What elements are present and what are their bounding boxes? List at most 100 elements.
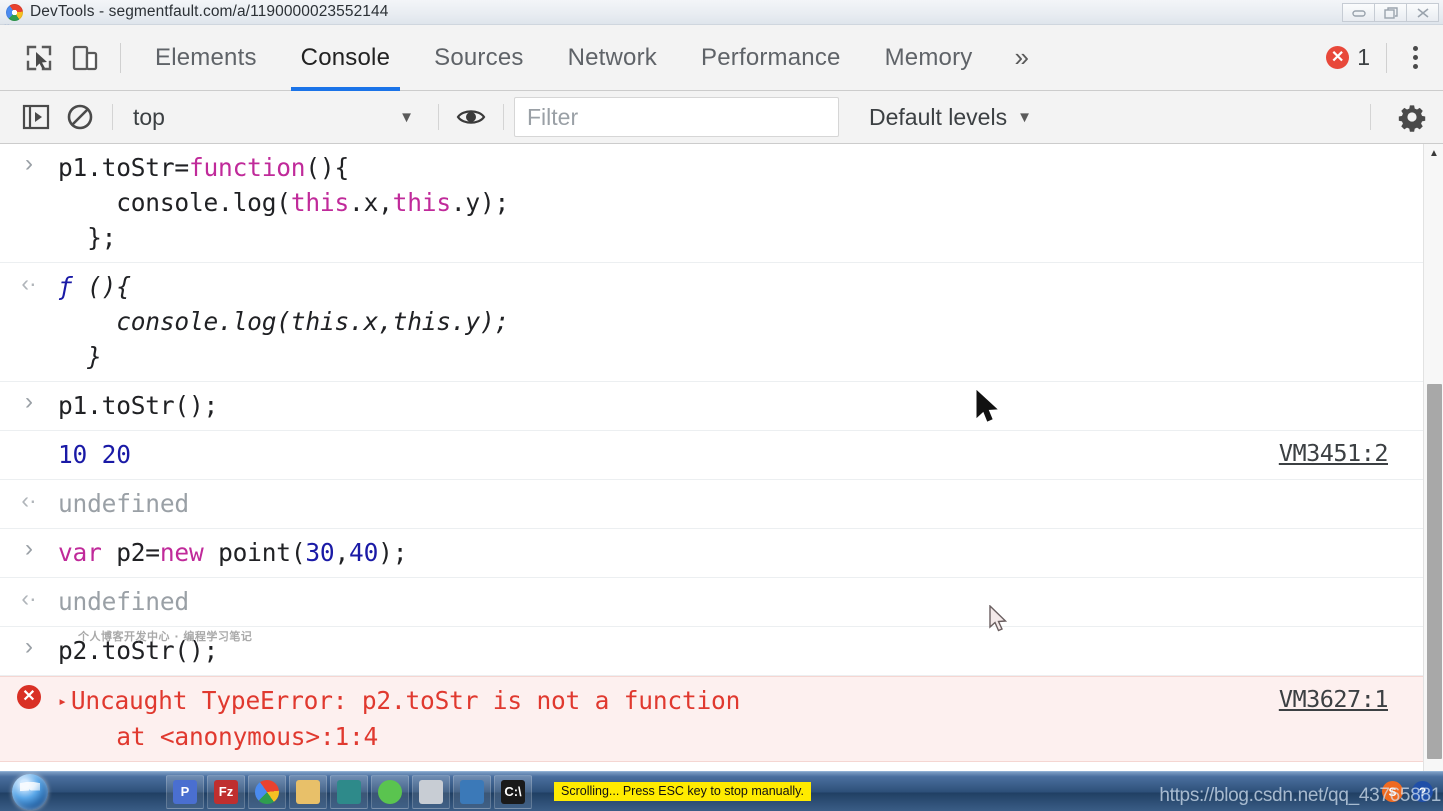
message-line: var p2=new point(30,40); <box>58 535 1443 570</box>
close-button[interactable] <box>1406 3 1439 22</box>
taskbar-item-remote-icon <box>460 779 484 804</box>
execution-context-label: top <box>133 103 165 130</box>
taskbar-item-explorer-icon <box>296 779 320 804</box>
message-gutter: ‹· <box>0 269 58 296</box>
tab-label: Console <box>300 43 391 71</box>
tab-performance[interactable]: Performance <box>679 25 863 91</box>
taskbar-item-chrome-icon <box>255 779 279 804</box>
kebab-menu-icon[interactable] <box>1387 36 1443 80</box>
tab-console[interactable]: Console <box>279 25 412 91</box>
error-badge-icon: ✕ <box>1326 46 1350 69</box>
log-levels-select[interactable]: Default levels ▼ <box>853 97 1048 137</box>
message-line: undefined <box>58 486 1443 521</box>
restore-button[interactable] <box>1374 3 1407 22</box>
console-message-output: ‹· undefined <box>0 480 1443 529</box>
message-text: 10 20 <box>58 437 1443 472</box>
taskbar-item-cmd-icon: C:\ <box>501 779 525 804</box>
token: .x, <box>349 188 393 217</box>
token: p1.toStr(); <box>58 391 219 420</box>
console-message-input: › 个人博客开发中心 · 编程学习笔记 p2.toStr(); <box>0 627 1443 676</box>
scroll-up-arrow-icon[interactable]: ▲ <box>1424 144 1443 162</box>
console-message-input: › p1.toStr(); <box>0 382 1443 431</box>
error-count-badge[interactable]: ✕ 1 <box>1326 44 1386 71</box>
expand-triangle-icon[interactable]: ▸ <box>58 684 67 719</box>
chrome-icon <box>6 3 23 21</box>
scrollbar-thumb[interactable] <box>1427 384 1442 759</box>
source-location-link[interactable]: VM3451:2 <box>1279 439 1389 467</box>
token: var <box>58 538 102 567</box>
token: console.log(this.x,this.y); <box>58 307 510 336</box>
message-gutter <box>0 437 58 439</box>
message-gutter: ‹· <box>0 584 58 611</box>
message-line: undefined <box>58 584 1443 619</box>
scrolling-notification: Scrolling... Press ESC key to stop manua… <box>554 781 811 802</box>
token: 10 20 <box>58 440 131 469</box>
tray-item-help[interactable]: ? <box>1412 781 1433 802</box>
taskbar-item-wechat-icon <box>378 779 402 804</box>
taskbar-app-list: P Fz C:\ <box>166 774 532 809</box>
tray-item-sogou[interactable]: S <box>1382 781 1403 802</box>
error-count-label: 1 <box>1357 44 1370 70</box>
token: p2= <box>101 538 160 567</box>
message-gutter: › <box>0 535 58 561</box>
tab-network[interactable]: Network <box>546 25 679 91</box>
console-message-input: › p1.toStr=function(){ console.log(this.x… <box>0 144 1443 263</box>
message-gutter: ✕ <box>0 683 58 709</box>
message-text: undefined <box>58 486 1443 521</box>
create-live-expression-icon[interactable] <box>449 97 493 137</box>
taskbar-item-remote[interactable] <box>453 774 491 809</box>
console-toolbar-right <box>1360 95 1443 139</box>
tab-memory[interactable]: Memory <box>863 25 995 91</box>
more-tabs-button[interactable]: » <box>994 25 1045 91</box>
message-line: } <box>58 339 1443 374</box>
token: } <box>58 342 102 371</box>
window-title: DevTools - segmentfault.com/a/1190000023… <box>30 3 389 20</box>
windows-start-orb[interactable] <box>12 773 48 810</box>
console-message-list[interactable]: › p1.toStr=function(){ console.log(this.x… <box>0 144 1443 771</box>
message-line: 10 20 <box>58 437 1443 472</box>
taskbar-item-notepad[interactable] <box>412 774 450 809</box>
filter-input[interactable]: Filter <box>514 97 839 137</box>
console-message-input: › var p2=new point(30,40); <box>0 529 1443 578</box>
execute-snippet-icon[interactable] <box>14 97 58 137</box>
console-prompt-row[interactable]: ❯ <box>0 762 1443 771</box>
taskbar-item-notepad-icon <box>419 779 443 804</box>
inspect-cursor-icon[interactable] <box>16 36 62 80</box>
tab-label: Memory <box>884 43 973 71</box>
windows-taskbar: P Fz C:\ Scrolling... Press ESC key to sto… <box>0 771 1443 811</box>
input-arrow-icon: › <box>25 535 33 562</box>
message-gutter: ‹· <box>0 486 58 513</box>
tab-sources[interactable]: Sources <box>412 25 545 91</box>
taskbar-item-wechat[interactable] <box>371 774 409 809</box>
tab-label: Sources <box>434 43 524 71</box>
taskbar-item-filezilla[interactable]: Fz <box>207 774 245 809</box>
error-icon: ✕ <box>17 685 41 709</box>
output-arrow-icon: ‹· <box>21 270 37 296</box>
message-text: p1.toStr(); <box>58 388 1443 423</box>
source-location-link[interactable]: VM3627:1 <box>1279 685 1389 713</box>
taskbar-item-p[interactable]: P <box>166 774 204 809</box>
console-message-log: 10 20 VM3451:2 <box>0 431 1443 480</box>
console-scrollbar[interactable]: ▲ <box>1423 144 1443 771</box>
taskbar-item-editplus[interactable] <box>330 774 368 809</box>
toolbar-divider <box>503 104 504 130</box>
minimize-button[interactable] <box>1342 3 1375 22</box>
taskbar-item-explorer[interactable] <box>289 774 327 809</box>
taskbar-item-cmd[interactable]: C:\ <box>494 774 532 809</box>
output-arrow-icon: ‹· <box>21 487 37 513</box>
toolbar-divider <box>112 104 113 130</box>
clear-console-icon[interactable] <box>58 97 102 137</box>
taskbar-item-chrome[interactable] <box>248 774 286 809</box>
toolbar-divider <box>1370 104 1371 130</box>
message-line: p1.toStr=function(){ <box>58 150 1443 185</box>
tab-elements[interactable]: Elements <box>133 25 279 91</box>
execution-context-select[interactable]: top ▼ <box>123 97 428 137</box>
device-toggle-icon[interactable] <box>62 36 108 80</box>
message-text: 个人博客开发中心 · 编程学习笔记 p2.toStr(); <box>58 630 1443 668</box>
devtools-window: DevTools - segmentfault.com/a/1190000023… <box>0 0 1443 811</box>
token: Uncaught TypeError: p2.toStr is not a fu… <box>70 686 741 715</box>
toolbar-divider <box>120 42 121 73</box>
token: ƒ <box>58 272 88 301</box>
panel-tabs: Elements Console Sources Network Perform… <box>133 25 1046 91</box>
settings-gear-icon[interactable] <box>1381 95 1443 139</box>
